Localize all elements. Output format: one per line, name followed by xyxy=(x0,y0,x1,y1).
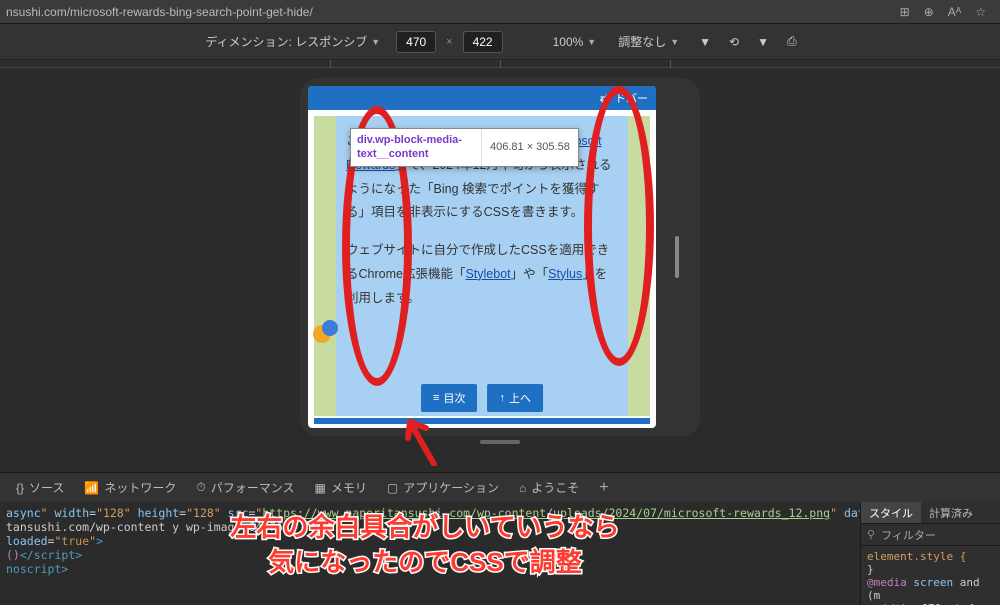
dimension-x: × xyxy=(446,36,452,48)
throttle-value: 調整なし xyxy=(618,33,666,50)
extensions-icon[interactable]: ⊞ xyxy=(900,5,910,19)
styles-filter: ⚲ フィルター xyxy=(861,524,1000,546)
screenshot-icon[interactable]: ⎙ xyxy=(783,32,801,51)
arrow-up-icon: ↑ xyxy=(499,392,505,404)
url-text: nsushi.com/microsoft-rewards-bing-search… xyxy=(6,5,892,19)
styles-rules[interactable]: element.style { } @media screen and (m w… xyxy=(861,546,1000,605)
filter-icon[interactable]: ⚲ xyxy=(867,528,875,541)
element-tooltip: div.wp-block-media-text__content 406.81 … xyxy=(350,128,579,167)
tab-performance[interactable]: ⏱パフォーマンス xyxy=(188,475,302,500)
styles-tabs: スタイル 計算済み xyxy=(861,502,1000,524)
filter-label[interactable]: フィルター xyxy=(881,527,936,543)
tab-network[interactable]: 📶ネットワーク xyxy=(76,475,184,500)
link-stylus[interactable]: Stylus xyxy=(548,267,582,281)
page-content: div.wp-block-media-text__content 406.81 … xyxy=(308,110,656,416)
tooltip-dimensions: 406.81 × 305.58 xyxy=(481,129,578,166)
phone-screen: ⇄ ドバー div.wp-block-media-text__content 4… xyxy=(308,86,656,428)
page-header: ⇄ ドバー xyxy=(308,86,656,110)
device-scrollbar[interactable] xyxy=(664,98,690,416)
chevron-down-icon: ▼ xyxy=(371,37,380,47)
left-padding xyxy=(314,116,336,416)
devtools-body: async" width="128" height="128" src="htt… xyxy=(0,502,1000,605)
bottom-bar xyxy=(314,418,650,424)
address-bar: nsushi.com/microsoft-rewards-bing-search… xyxy=(0,0,1000,24)
rewards-logo-icon xyxy=(310,316,340,346)
scrollbar-thumb[interactable] xyxy=(675,236,679,278)
header-text: ドバー xyxy=(615,90,648,106)
toc-button[interactable]: ≡目次 xyxy=(421,384,477,412)
wifi-icon: 📶 xyxy=(84,481,99,495)
code-line: tansushi.com/wp-content y wp-image-64876… xyxy=(6,520,854,534)
right-padding xyxy=(628,116,650,416)
resize-handle[interactable] xyxy=(480,440,520,444)
dimension-select[interactable]: ディメンション: レスポンシブ ▼ xyxy=(199,31,386,52)
tab-sources[interactable]: {}ソース xyxy=(8,475,72,500)
article-body: div.wp-block-media-text__content 406.81 … xyxy=(336,116,628,416)
home-icon: ⌂ xyxy=(519,481,526,495)
zoom-icon[interactable]: ⊕ xyxy=(924,5,934,19)
link-stylebot[interactable]: Stylebot xyxy=(465,267,510,281)
reader-icon[interactable]: Aᴬ xyxy=(948,5,961,19)
floating-buttons: ≡目次 ↑上へ xyxy=(421,384,543,412)
zoom-value: 100% xyxy=(553,35,584,49)
top-button[interactable]: ↑上へ xyxy=(487,384,543,412)
devtools-tabs: {}ソース 📶ネットワーク ⏱パフォーマンス ▦メモリ ▢アプリケーション ⌂よ… xyxy=(0,472,1000,502)
gauge-icon: ⏱ xyxy=(196,480,205,495)
chevron-down-icon[interactable]: ▼ xyxy=(695,33,715,51)
tab-welcome[interactable]: ⌂ようこそ xyxy=(511,475,587,500)
device-toolbar: ディメンション: レスポンシブ ▼ × 100% ▼ 調整なし ▼ ▼ ⟲ ▼ … xyxy=(0,24,1000,60)
add-tab-button[interactable]: + xyxy=(591,479,616,497)
braces-icon: {} xyxy=(16,481,24,495)
url-actions: ⊞ ⊕ Aᴬ ☆ xyxy=(892,5,994,19)
throttle-select[interactable]: 調整なし ▼ xyxy=(612,31,685,52)
chevron-down-icon: ▼ xyxy=(587,37,596,47)
viewport-canvas: ⇄ ドバー div.wp-block-media-text__content 4… xyxy=(0,60,1000,472)
chip-icon: ▦ xyxy=(315,481,326,495)
favorite-icon[interactable]: ☆ xyxy=(975,5,986,19)
width-input[interactable] xyxy=(396,31,436,53)
app-icon: ▢ xyxy=(387,481,398,495)
styles-panel: スタイル 計算済み ⚲ フィルター element.style { } @med… xyxy=(860,502,1000,605)
swap-icon[interactable]: ⇄ xyxy=(600,92,609,105)
ruler xyxy=(0,60,1000,68)
chevron-down-icon[interactable]: ▼ xyxy=(753,33,773,51)
tab-styles[interactable]: スタイル xyxy=(861,502,921,523)
tooltip-selector: div.wp-block-media-text__content xyxy=(351,129,481,166)
rotate-icon[interactable]: ⟲ xyxy=(725,33,743,51)
chevron-down-icon: ▼ xyxy=(670,37,679,47)
elements-panel[interactable]: async" width="128" height="128" src="htt… xyxy=(0,502,860,605)
dimension-label: ディメンション: レスポンシブ xyxy=(205,33,367,50)
src-url[interactable]: https://www.naporitansushi.com/wp-conten… xyxy=(262,506,830,520)
tab-application[interactable]: ▢アプリケーション xyxy=(379,475,507,500)
list-icon: ≡ xyxy=(433,392,439,404)
paragraph: ウェブサイトに自分で作成したCSSを適用できるChrome拡張機能「Styleb… xyxy=(346,239,618,310)
tab-memory[interactable]: ▦メモリ xyxy=(307,475,375,500)
zoom-select[interactable]: 100% ▼ xyxy=(547,33,603,51)
height-input[interactable] xyxy=(463,31,503,53)
device-frame: ⇄ ドバー div.wp-block-media-text__content 4… xyxy=(300,78,700,436)
tab-computed[interactable]: 計算済み xyxy=(921,502,981,523)
